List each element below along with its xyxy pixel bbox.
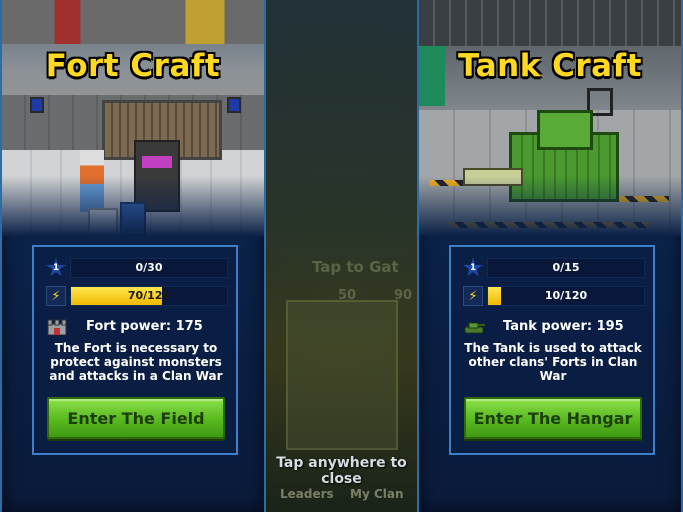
fort-power-label: Fort power: 175 bbox=[86, 319, 203, 334]
tank-level-bar: 0/15 bbox=[487, 258, 645, 278]
fort-lamp-icon bbox=[30, 97, 44, 113]
tank-turret bbox=[537, 110, 593, 150]
fort-info-box: 1 0/30 ⚡ 70/120 Fort power: 175 The Fort… bbox=[32, 245, 238, 455]
tank-craft-title: Tank Craft bbox=[458, 48, 642, 84]
fort-lamp-icon bbox=[227, 97, 241, 113]
fort-robot bbox=[120, 202, 146, 236]
fort-level-text: 0/30 bbox=[135, 261, 163, 274]
lightning-icon: ⚡ bbox=[463, 286, 483, 306]
background-gate-block bbox=[286, 300, 398, 450]
fort-level-row: 1 0/30 bbox=[46, 257, 228, 279]
tank-level-text: 0/15 bbox=[552, 261, 580, 274]
fort-energy-bar: 70/120 bbox=[70, 286, 228, 306]
background-ghost-count-a: 50 bbox=[338, 288, 357, 303]
fort-craft-title: Fort Craft bbox=[45, 48, 221, 84]
enter-the-hangar-button[interactable]: Enter The Hangar bbox=[464, 397, 642, 439]
fort-icon bbox=[47, 319, 67, 335]
hazard-stripe bbox=[429, 180, 469, 186]
star-icon: 1 bbox=[463, 258, 483, 277]
hazard-stripe bbox=[599, 196, 669, 202]
background-scene-center: Tap to Gat 50 90 bbox=[266, 0, 418, 512]
fort-turret bbox=[134, 140, 180, 212]
star-icon: 1 bbox=[46, 258, 66, 277]
hazard-stripe bbox=[449, 222, 649, 228]
fort-energy-row: ⚡ 70/120 bbox=[46, 285, 228, 307]
fort-character bbox=[80, 150, 104, 212]
tank-power-label: Tank power: 195 bbox=[503, 319, 624, 334]
fort-energy-text: 70/120 bbox=[127, 289, 171, 302]
fort-level-bar: 0/30 bbox=[70, 258, 228, 278]
fort-scene-image bbox=[2, 0, 264, 236]
tap-to-close-hint[interactable]: Tap anywhere to close bbox=[266, 455, 417, 487]
fort-craft-panel: Fort Craft 1 0/30 ⚡ 70/120 Fort power: 1… bbox=[0, 0, 266, 512]
fort-floor bbox=[2, 150, 264, 236]
tank-craft-panel: Tank Craft 1 0/15 ⚡ 10/120 Tank power: 1… bbox=[417, 0, 683, 512]
tank-energy-row: ⚡ 10/120 bbox=[463, 285, 645, 307]
tank-energy-bar: 10/120 bbox=[487, 286, 645, 306]
fort-power-row: Fort power: 175 bbox=[46, 317, 228, 337]
fort-block bbox=[88, 208, 118, 236]
background-ghost-label: Tap to Gat bbox=[312, 258, 399, 276]
tank-barrel bbox=[463, 168, 523, 186]
background-ghost-count-b: 90 bbox=[394, 288, 413, 303]
leaders-tab[interactable]: Leaders bbox=[280, 487, 334, 501]
tank-scene-image bbox=[419, 0, 681, 236]
tank-description: The Tank is used to attack other clans' … bbox=[464, 341, 642, 383]
tank-power-row: Tank power: 195 bbox=[463, 317, 645, 337]
my-clan-tab[interactable]: My Clan bbox=[350, 487, 404, 501]
enter-the-field-button[interactable]: Enter The Field bbox=[47, 397, 225, 439]
fort-description: The Fort is necessary to protect against… bbox=[49, 341, 223, 383]
tank-icon bbox=[464, 322, 485, 334]
hangar-ceiling bbox=[419, 0, 681, 46]
tank-info-box: 1 0/15 ⚡ 10/120 Tank power: 195 The Tank… bbox=[449, 245, 655, 455]
tank-energy-text: 10/120 bbox=[544, 289, 588, 302]
fort-battlements bbox=[2, 0, 264, 44]
lightning-icon: ⚡ bbox=[46, 286, 66, 306]
tank-level-row: 1 0/15 bbox=[463, 257, 645, 279]
